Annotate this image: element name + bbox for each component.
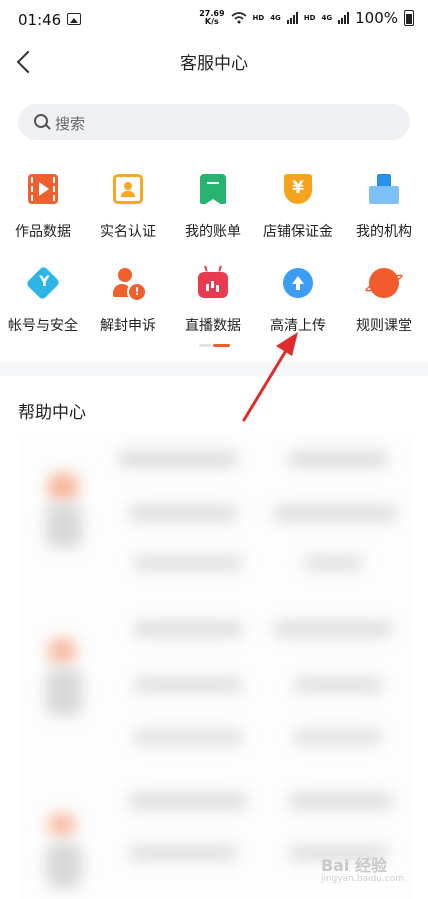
blurred-thumb: [46, 668, 82, 716]
wifi-icon: [230, 12, 247, 24]
blurred-line: [273, 505, 398, 521]
network-type-2: 4G: [321, 14, 333, 22]
blurred-line: [133, 729, 243, 745]
search-input[interactable]: 搜索: [18, 104, 410, 140]
help-list-blurred: [18, 433, 410, 899]
unban-appeal-icon: [113, 268, 147, 302]
search-icon: [34, 114, 48, 128]
blurred-line: [128, 505, 238, 521]
nav-bar: 客服中心: [0, 40, 428, 82]
blurred-line: [128, 845, 238, 861]
account-security-icon: [25, 265, 61, 301]
service-label: 直播数据: [185, 318, 241, 334]
gallery-notification-icon: [67, 13, 81, 25]
page-indicator: [199, 344, 231, 348]
blurred-icon: [48, 638, 76, 664]
page-dot-inactive: [199, 344, 211, 347]
service-label: 高清上传: [270, 318, 326, 334]
blurred-icon: [48, 813, 76, 837]
hd-label-1: HD: [252, 14, 265, 22]
blurred-line: [288, 451, 388, 467]
service-label: 作品数据: [15, 224, 71, 240]
blurred-thumb: [46, 503, 82, 548]
status-indicators: 27.69 K/s HD 4G HD 4G 100%: [199, 9, 414, 27]
hd-label-2: HD: [303, 14, 316, 22]
live-data-icon: [198, 272, 228, 298]
status-time: 01:46: [18, 11, 62, 29]
blurred-line: [303, 555, 363, 571]
service-label: 实名认证: [100, 224, 156, 240]
status-bar: 01:46 27.69 K/s HD 4G HD 4G 100%: [0, 0, 428, 40]
service-item-my-bill[interactable]: 我的账单: [170, 174, 256, 241]
service-item-hd-upload[interactable]: 高清上传: [255, 268, 341, 335]
hd-upload-icon: [283, 268, 313, 298]
service-item-real-name[interactable]: 实名认证: [85, 174, 171, 241]
rules-class-icon: [369, 268, 399, 298]
baidu-watermark: Bai 经验 jingyan.baidu.com: [321, 852, 404, 884]
service-item-rules-class[interactable]: 规则课堂: [341, 268, 427, 335]
help-center-title: 帮助中心: [18, 403, 86, 423]
network-speed-unit: K/s: [204, 17, 219, 26]
blurred-line: [273, 621, 393, 637]
blurred-line: [293, 677, 383, 693]
service-label: 解封申诉: [100, 318, 156, 334]
blurred-line: [118, 451, 238, 467]
battery-icon: [404, 10, 414, 26]
blurred-line: [128, 793, 248, 809]
service-item-live-data[interactable]: 直播数据: [170, 268, 256, 335]
page-title: 客服中心: [180, 54, 248, 74]
service-item-unban-appeal[interactable]: 解封申诉: [85, 268, 171, 335]
network-type-1: 4G: [270, 14, 281, 22]
service-item-shop-deposit[interactable]: ¥ 店铺保证金: [255, 174, 341, 241]
service-label: 我的机构: [356, 224, 412, 240]
bill-icon: [200, 174, 226, 205]
network-speed: 27.69 K/s: [199, 10, 224, 26]
blurred-line: [288, 793, 393, 809]
watermark-main: Bai 经验: [320, 856, 387, 875]
watermark-sub: jingyan.baidu.com: [320, 874, 404, 884]
organization-icon: [369, 174, 399, 204]
battery-percent: 100%: [355, 9, 398, 27]
service-label: 规则课堂: [356, 318, 412, 334]
service-item-works-data[interactable]: 作品数据: [0, 174, 86, 241]
blurred-line: [133, 555, 243, 571]
page-dot-active: [213, 344, 230, 347]
signal-1-icon: [286, 12, 298, 24]
service-item-my-org[interactable]: 我的机构: [341, 174, 427, 241]
service-label: 店铺保证金: [263, 224, 333, 240]
blurred-icon: [48, 473, 78, 501]
video-data-icon: [28, 174, 58, 204]
signal-2-icon: [338, 12, 350, 24]
search-placeholder: 搜索: [55, 115, 86, 133]
section-divider: [0, 362, 428, 376]
blurred-thumb: [46, 843, 82, 888]
blurred-line: [133, 677, 243, 693]
yen-deposit-icon: ¥: [284, 174, 312, 204]
blurred-line: [293, 729, 383, 745]
blurred-line: [133, 621, 243, 637]
service-label: 帐号与安全: [8, 318, 78, 334]
service-item-account-security[interactable]: 帐号与安全: [0, 265, 86, 335]
service-label: 我的账单: [185, 224, 241, 240]
id-verify-icon: [113, 174, 143, 204]
